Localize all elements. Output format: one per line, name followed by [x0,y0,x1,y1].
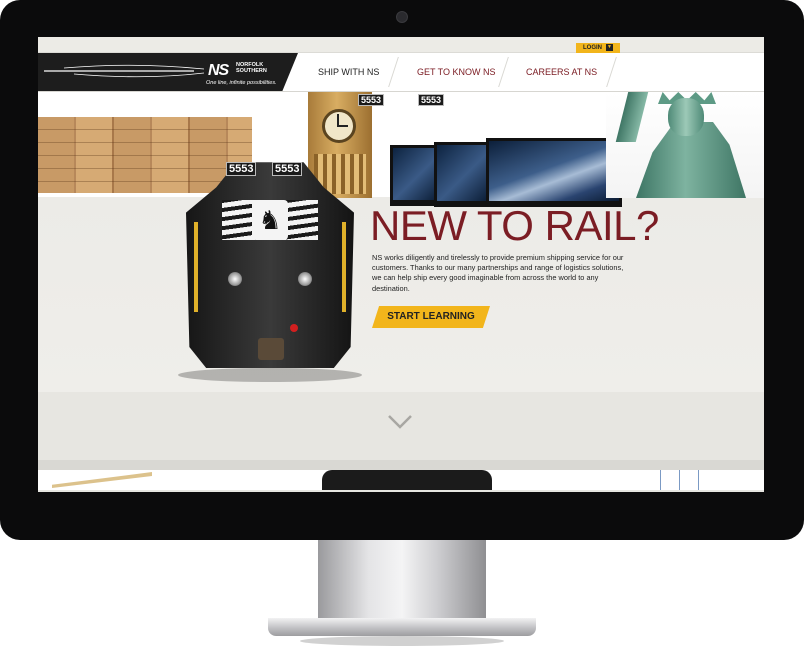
nav-divider [388,57,399,87]
caret-down-icon: ▼ [606,43,613,51]
chevron-down-icon[interactable] [387,414,413,430]
locomotive-number: 5553 [358,94,385,106]
hero-description: NS works diligently and tirelessly to pr… [372,253,624,293]
locomotive-number: 5553 [226,162,257,176]
locomotive-image: 5553 5553 ♞ [186,158,354,368]
nav-divider [606,57,617,87]
marker-light [290,324,298,332]
login-label: LOGIN [583,45,602,51]
hero-section: 5553 5553 ♞ NEW TO RAIL? NS works dilige… [38,92,764,492]
headlight [228,272,242,286]
utility-bar: LOGIN ▼ [38,37,764,54]
poles-image [642,470,702,490]
nav-ship-with-ns[interactable]: SHIP WITH NS [318,53,379,91]
stand-shadow [300,636,504,646]
handrail [194,222,198,312]
locomotive-shadow [178,368,362,382]
monitor-base [268,618,536,636]
handrail [342,222,346,312]
locomotive-number: 5553 [418,94,445,106]
clock-hand [338,125,348,127]
locomotive-body [186,162,354,368]
hero-divider [38,460,764,470]
headlight [298,272,312,286]
norfolk-southern-logo[interactable]: NS NORFOLK SOUTHERN One line, infinite p… [38,53,298,91]
coupler [258,338,284,360]
horse-emblem-icon: ♞ [252,200,288,240]
locomotive-number: 5553 [272,162,303,176]
main-navigation: NS NORFOLK SOUTHERN One line, infinite p… [38,53,764,92]
computer-monitor-image [390,145,440,206]
webcam-icon [396,11,408,23]
hero-title: NEW TO RAIL? [370,202,659,249]
locomotive-preview-image [322,470,492,490]
speed-lines-icon [44,64,204,78]
nav-careers-at-ns[interactable]: CAREERS AT NS [526,53,597,91]
computer-monitor-image [486,138,622,207]
logo-wordmark: NORFOLK SOUTHERN [236,62,267,74]
logo-tagline: One line, infinite possibilities. [206,80,277,86]
website-screen: LOGIN ▼ NS NORFOLK SOUTHERN One line, inf… [38,37,764,492]
logo-name-line2: SOUTHERN [236,68,267,74]
nav-get-to-know-ns[interactable]: GET TO KNOW NS [417,53,496,91]
monitor-stand [318,540,486,620]
logo-mark: NS [208,62,229,79]
computer-monitor-image [434,142,490,207]
monitor-bezel: LOGIN ▼ NS NORFOLK SOUTHERN One line, inf… [0,0,804,540]
start-learning-button[interactable]: START LEARNING [372,306,490,328]
nav-divider [498,57,509,87]
statue-head [668,98,704,136]
